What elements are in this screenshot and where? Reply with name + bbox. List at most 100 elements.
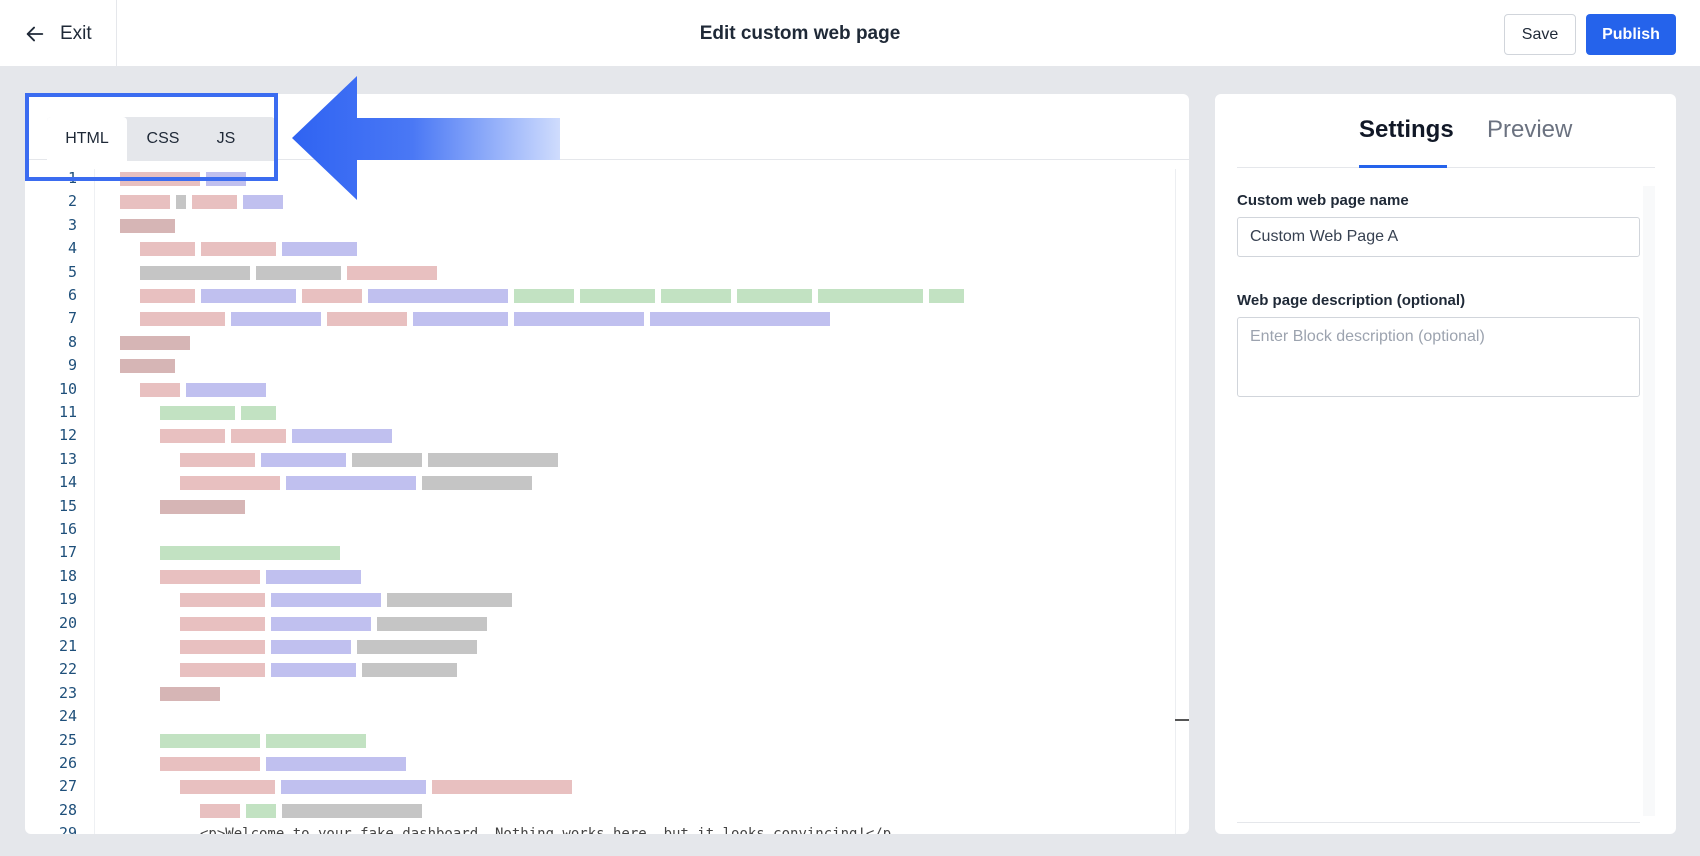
blurred-code-segment <box>377 616 487 631</box>
blurred-code-segment <box>357 640 477 654</box>
line-number: 10 <box>58 379 77 398</box>
blurred-code-segment <box>352 452 422 467</box>
blurred-code-segment <box>261 452 346 467</box>
editor-tab-strip: HTML CSS JS <box>25 94 1189 161</box>
blurred-code-segment <box>231 429 286 444</box>
code-line-text: <p>Welcome to your fake dashboard. Nothi… <box>200 826 891 834</box>
line-number: 29 <box>58 824 77 834</box>
publish-button[interactable]: Publish <box>1586 14 1676 55</box>
line-number: 21 <box>58 637 77 655</box>
settings-scrollbar[interactable] <box>1643 186 1655 816</box>
line-number: 28 <box>58 800 77 819</box>
settings-panel: Settings Preview Custom web page name We… <box>1215 94 1676 834</box>
blurred-code-segment <box>271 616 371 631</box>
blurred-code-segment <box>120 218 175 233</box>
blurred-code-segment <box>176 195 186 210</box>
code-editor-panel: HTML CSS JS 1 2 3 4 5 6 7 8 9 10 11 12 13 14 15 16 17 18 1… <box>25 94 1189 834</box>
blurred-code-segment <box>160 499 245 514</box>
blurred-code-segment <box>362 663 457 678</box>
editor-scrollbar[interactable] <box>1175 169 1189 834</box>
line-number: 12 <box>58 426 77 445</box>
blurred-code-segment <box>368 289 508 303</box>
code-editor[interactable]: 1 2 3 4 5 6 7 8 9 10 11 12 13 14 15 16 17 18 19 20 21 22 23 24 2… <box>25 169 1175 834</box>
name-field-label: Custom web page name <box>1237 192 1409 209</box>
blurred-code-segment <box>160 569 260 584</box>
tab-preview[interactable]: Preview <box>1487 116 1572 144</box>
blurred-code-segment <box>201 242 276 257</box>
blurred-code-segment <box>200 803 240 818</box>
blurred-code-segment <box>140 265 250 280</box>
blurred-code-segment <box>180 452 255 467</box>
blurred-code-segment <box>428 452 558 467</box>
blurred-code-segment <box>140 382 180 397</box>
tab-js[interactable]: JS <box>199 117 253 161</box>
line-number: 26 <box>58 754 77 772</box>
blurred-code-segment <box>514 312 644 327</box>
page-description-input[interactable] <box>1237 317 1640 397</box>
save-button[interactable]: Save <box>1504 14 1576 55</box>
blurred-code-segment <box>160 406 235 420</box>
scrollbar-marker <box>1175 719 1189 721</box>
blurred-code-segment <box>650 312 830 327</box>
editor-tabs: HTML CSS JS <box>47 117 275 161</box>
indent-guide <box>94 169 95 834</box>
blurred-code-segment <box>266 569 361 584</box>
line-number: 7 <box>67 309 77 328</box>
line-number: 25 <box>58 730 77 749</box>
line-number: 18 <box>58 566 77 585</box>
line-number: 13 <box>58 449 77 468</box>
blurred-code-segment <box>266 733 366 748</box>
blurred-code-segment <box>422 476 532 491</box>
blurred-code-segment <box>282 242 357 257</box>
line-number: 16 <box>58 520 77 538</box>
blurred-code-segment <box>271 640 351 654</box>
line-number: 8 <box>67 332 77 351</box>
blurred-code-segment <box>160 757 260 771</box>
blurred-code-segment <box>231 312 321 327</box>
blurred-code-segment <box>180 640 265 654</box>
blurred-code-segment <box>192 195 237 210</box>
blurred-code-segment <box>432 780 572 795</box>
blurred-code-segment <box>256 265 341 280</box>
blurred-code-segment <box>271 663 356 678</box>
blurred-code-segment <box>180 616 265 631</box>
description-field-label: Web page description (optional) <box>1237 292 1466 309</box>
blurred-code-segment <box>292 429 392 444</box>
blurred-code-segment <box>180 476 280 491</box>
blurred-code-segment <box>140 242 195 257</box>
tab-settings[interactable]: Settings <box>1359 116 1454 144</box>
blurred-code-segment <box>271 593 381 608</box>
blurred-code-segment <box>160 686 220 701</box>
tab-css[interactable]: CSS <box>127 117 199 161</box>
tab-html[interactable]: HTML <box>47 117 127 161</box>
blurred-code-segment <box>160 733 260 748</box>
blurred-code-segment <box>241 406 276 420</box>
line-number: 20 <box>58 613 77 632</box>
line-number: 15 <box>58 496 77 515</box>
blurred-code-segment <box>661 289 731 303</box>
blurred-code-segment <box>818 289 923 303</box>
blurred-code-segment <box>120 335 190 350</box>
blurred-code-segment <box>243 195 283 210</box>
blurred-code-segment <box>160 429 225 444</box>
line-number: 27 <box>58 777 77 796</box>
blurred-code-segment <box>120 195 170 210</box>
blurred-code-segment <box>160 546 340 561</box>
blurred-code-segment <box>347 265 437 280</box>
blurred-code-segment <box>737 289 812 303</box>
blurred-code-segment <box>120 359 175 374</box>
settings-form: Custom web page name Web page descriptio… <box>1237 186 1655 816</box>
page-name-input[interactable] <box>1237 217 1640 257</box>
active-tab-indicator <box>1359 165 1447 168</box>
page-title: Edit custom web page <box>0 0 1600 67</box>
line-number: 11 <box>58 403 77 421</box>
page-title-text: Edit custom web page <box>699 23 901 44</box>
blurred-code-segment <box>327 312 407 327</box>
line-number: 3 <box>67 215 77 234</box>
blurred-code-segment <box>206 172 246 186</box>
blurred-code-segment <box>580 289 655 303</box>
line-number: 6 <box>67 286 77 304</box>
line-number: 9 <box>67 356 77 375</box>
line-number: 4 <box>67 239 77 258</box>
line-number: 2 <box>67 192 77 211</box>
